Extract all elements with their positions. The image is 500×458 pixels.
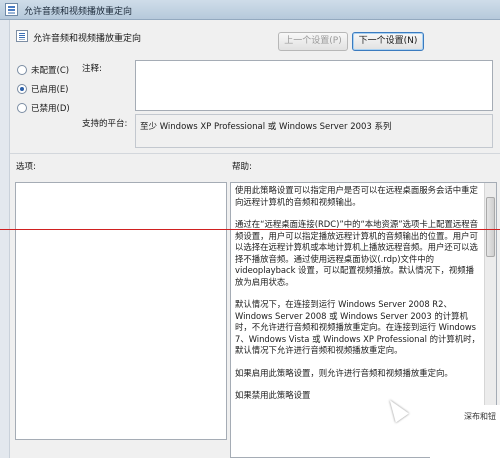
window-title: 允许音频和视频播放重定向 (24, 7, 133, 17)
help-paragraph: 如果启用此策略设置，则允许进行音频和视频播放重定向。 (235, 367, 453, 378)
previous-setting-button[interactable]: 上一个设置(P) (278, 32, 348, 51)
policy-title: 允许音频和视频播放重定向 (33, 34, 142, 44)
help-paragraph: 使用此策略设置可以指定用户是否可以在远程桌面服务会话中重定向远程计算机的音频和视… (235, 185, 478, 207)
radio-label: 未配置(C) (31, 66, 70, 76)
supported-platform-value: 至少 Windows XP Professional 或 Windows Ser… (140, 122, 392, 132)
help-paragraph: 默认情况下，在连接到运行 Windows Server 2008 R2、Wind… (235, 299, 480, 355)
policy-setting-icon (16, 30, 28, 42)
section-divider (10, 153, 500, 154)
radio-label: 已启用(E) (31, 85, 69, 95)
supported-platform-label: 支持的平台: (82, 119, 128, 129)
window-titlebar[interactable]: 允许音频和视频播放重定向 (0, 0, 500, 20)
comment-label: 注释: (82, 64, 102, 74)
help-label: 帮助: (232, 162, 252, 172)
help-paragraph: 如果禁用此策略设置 (235, 390, 311, 400)
scrollbar-thumb[interactable] (486, 197, 495, 257)
left-background-strip (0, 20, 10, 458)
supported-platform-box: 至少 Windows XP Professional 或 Windows Ser… (135, 114, 493, 148)
radio-circle[interactable] (17, 65, 27, 75)
options-label: 选项: (16, 162, 36, 172)
policy-icon (5, 3, 18, 16)
radio-label: 已禁用(D) (31, 104, 70, 114)
help-text: 使用此策略设置可以指定用户是否可以在远程桌面服务会话中重定向远程计算机的音频和视… (235, 185, 481, 413)
comment-textarea[interactable] (135, 60, 493, 111)
red-annotation-line (0, 229, 500, 230)
radio-circle-checked[interactable] (17, 84, 27, 94)
next-setting-button[interactable]: 下一个设置(N) (352, 32, 424, 51)
overlay-corner-text: 深布和钮 (464, 412, 496, 421)
options-panel (15, 182, 227, 440)
radio-circle[interactable] (17, 103, 27, 113)
